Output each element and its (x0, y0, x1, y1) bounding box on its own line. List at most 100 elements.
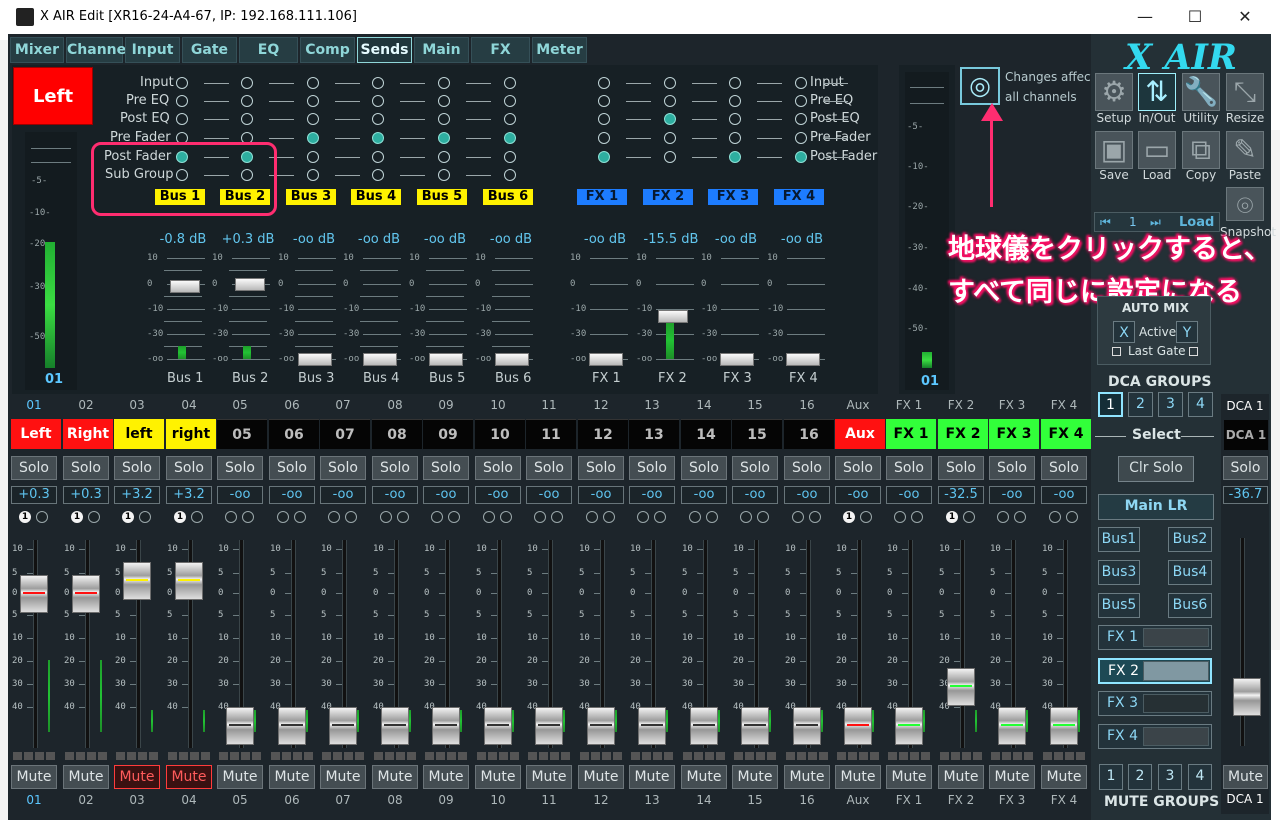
send-tap-radio[interactable] (438, 169, 450, 181)
channel-name-label[interactable]: 14 (681, 419, 731, 449)
channel-name-label[interactable]: right (166, 419, 216, 449)
send-tap-radio[interactable] (504, 77, 516, 89)
link-indicator[interactable] (1014, 511, 1026, 523)
link-indicator[interactable] (225, 511, 237, 523)
wrench-icon[interactable]: 🔧 (1182, 73, 1220, 111)
channel-fader[interactable] (793, 707, 821, 745)
send-tap-radio[interactable] (372, 169, 384, 181)
solo-button[interactable]: Solo (372, 456, 418, 480)
channel-name-label[interactable]: 11 (526, 419, 576, 449)
send-tap-radio[interactable] (307, 77, 319, 89)
save-icon[interactable]: ▣ (1095, 131, 1133, 169)
minimize-button[interactable]: — (1130, 5, 1160, 29)
dca-fader[interactable] (1233, 678, 1261, 716)
channel-name-label[interactable]: 07 (320, 419, 370, 449)
bus-send-db[interactable]: -oo dB (352, 232, 406, 247)
channel-fader[interactable] (535, 707, 563, 745)
send-fader[interactable] (298, 353, 332, 366)
mute-button[interactable]: Mute (423, 765, 469, 789)
fx-send-db[interactable]: -15.5 dB (643, 232, 699, 247)
send-tap-radio[interactable] (307, 132, 319, 144)
link-indicator[interactable] (1066, 511, 1078, 523)
tab-meter[interactable]: Meter (532, 37, 587, 63)
dca-group-4[interactable]: 4 (1188, 392, 1213, 417)
tab-main[interactable]: Main (414, 37, 469, 63)
link-indicator[interactable] (894, 511, 906, 523)
mute-button[interactable]: Mute (526, 765, 572, 789)
fx-send-tap-radio[interactable] (664, 151, 676, 163)
solo-button[interactable]: Solo (578, 456, 624, 480)
mute-button[interactable]: Mute (269, 765, 315, 789)
channel-fader[interactable] (72, 575, 100, 613)
tab-channel[interactable]: Channel (66, 37, 131, 63)
bus4-button[interactable]: Bus4 (1168, 560, 1212, 585)
send-tap-radio[interactable] (307, 95, 319, 107)
send-tap-radio[interactable] (372, 95, 384, 107)
send-tap-radio[interactable] (176, 77, 188, 89)
bus5-button[interactable]: Bus5 (1098, 593, 1140, 618)
send-tap-radio[interactable] (307, 169, 319, 181)
send-tap-radio[interactable] (438, 132, 450, 144)
link-indicator[interactable] (534, 511, 546, 523)
mute-button[interactable]: Mute (989, 765, 1035, 789)
mute-button[interactable]: Mute (11, 765, 57, 789)
link-indicator[interactable] (689, 511, 701, 523)
tab-fx[interactable]: FX (471, 37, 530, 63)
send-tap-radio[interactable] (438, 77, 450, 89)
link-indicator[interactable] (345, 511, 357, 523)
gear-icon[interactable]: ⚙ (1095, 73, 1133, 111)
mute-button[interactable]: Mute (63, 765, 109, 789)
tab-eq[interactable]: EQ (239, 37, 298, 63)
send-tap-radio[interactable] (307, 151, 319, 163)
channel-fader[interactable] (484, 707, 512, 745)
last-gate-left-checkbox[interactable] (1112, 347, 1121, 356)
mute-group-1[interactable]: 1 (1099, 764, 1123, 790)
channel-fader[interactable] (690, 707, 718, 745)
link-indicator[interactable] (448, 511, 460, 523)
channel-fader[interactable] (175, 562, 203, 600)
send-fader[interactable] (170, 280, 200, 293)
channel-fader[interactable] (895, 707, 923, 745)
fx-send-fader[interactable] (589, 353, 623, 366)
channel-fader[interactable] (278, 707, 306, 745)
channel-name-label[interactable]: FX 2 (938, 419, 988, 449)
link-indicator[interactable] (242, 511, 254, 523)
link-indicator[interactable] (586, 511, 598, 523)
channel-fader[interactable] (123, 562, 151, 600)
link-indicator[interactable] (637, 511, 649, 523)
solo-button[interactable]: Solo (423, 456, 469, 480)
fx-send-fader[interactable] (720, 353, 754, 366)
solo-button[interactable]: Solo (732, 456, 778, 480)
channel-name-header[interactable]: Left (13, 67, 93, 125)
solo-button[interactable]: Solo (11, 456, 57, 480)
solo-button[interactable]: Solo (784, 456, 830, 480)
send-fader[interactable] (363, 353, 397, 366)
link-indicator[interactable] (500, 511, 512, 523)
solo-button[interactable]: Solo (217, 456, 263, 480)
solo-button[interactable]: Solo (989, 456, 1035, 480)
gain-value[interactable]: -oo (835, 486, 881, 504)
fx-send-button-1[interactable]: FX 1 (577, 189, 627, 205)
mute-button[interactable]: Mute (835, 765, 881, 789)
mute-button[interactable]: Mute (784, 765, 830, 789)
gain-value[interactable]: -oo (475, 486, 521, 504)
link-indicator[interactable] (380, 511, 392, 523)
mute-button[interactable]: Mute (475, 765, 521, 789)
gain-value[interactable]: -oo (784, 486, 830, 504)
dca-gain-value[interactable]: -36.7 (1223, 486, 1268, 504)
tab-mixer[interactable]: Mixer (10, 37, 64, 63)
fx-send-tap-radio[interactable] (664, 77, 676, 89)
link-indicator[interactable] (706, 511, 718, 523)
link-indicator[interactable] (792, 511, 804, 523)
send-tap-radio[interactable] (241, 95, 253, 107)
solo-button[interactable]: Solo (938, 456, 984, 480)
send-tap-radio[interactable] (241, 77, 253, 89)
bus-button-5[interactable]: Bus 5 (417, 189, 467, 205)
globe-icon[interactable]: ◎ (960, 67, 1000, 105)
gain-value[interactable]: +3.2 (166, 486, 212, 504)
send-fader[interactable] (235, 278, 265, 291)
bus-send-db[interactable]: +0.3 dB (221, 232, 275, 247)
channel-fader[interactable] (1050, 707, 1078, 745)
channel-name-label[interactable]: 06 (269, 419, 319, 449)
solo-button[interactable]: Solo (475, 456, 521, 480)
